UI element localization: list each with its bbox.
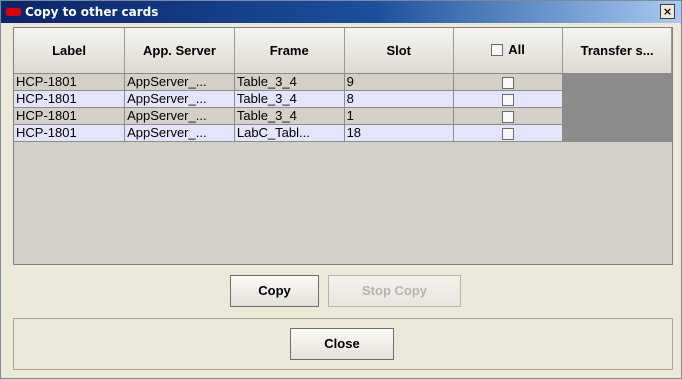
cell-transfer-status <box>562 124 672 142</box>
app-icon <box>6 8 21 16</box>
cell-label: HCP-1801 <box>14 124 126 142</box>
row-checkbox[interactable] <box>502 93 515 106</box>
cell-select <box>453 73 564 91</box>
row-checkbox[interactable] <box>502 127 515 140</box>
cell-frame: Table_3_4 <box>234 90 345 108</box>
row-checkbox[interactable] <box>502 76 515 89</box>
cell-label: HCP-1801 <box>14 90 126 108</box>
table-header-row: Label App. Server Frame Slot All Transfe… <box>14 28 672 74</box>
cell-frame: Table_3_4 <box>234 73 345 91</box>
cell-app-server: AppServer_... <box>124 124 235 142</box>
close-button[interactable]: Close <box>290 328 394 360</box>
stop-copy-button[interactable]: Stop Copy <box>328 275 461 307</box>
cell-transfer-status <box>562 90 672 108</box>
title-bar[interactable]: Copy to other cards × <box>1 1 681 23</box>
cards-table-panel: Label App. Server Frame Slot All Transfe… <box>13 27 673 265</box>
cell-label: HCP-1801 <box>14 73 126 91</box>
table-row[interactable]: HCP-1801 AppServer_... Table_3_4 1 <box>14 107 672 125</box>
cards-table: Label App. Server Frame Slot All Transfe… <box>14 28 672 142</box>
cell-label: HCP-1801 <box>14 107 126 125</box>
cell-app-server: AppServer_... <box>124 107 235 125</box>
cell-slot: 8 <box>344 90 454 108</box>
cell-app-server: AppServer_... <box>124 73 235 91</box>
column-header-frame[interactable]: Frame <box>234 28 345 74</box>
close-button-panel: Close <box>13 318 673 370</box>
cell-select <box>453 107 564 125</box>
cell-slot: 1 <box>344 107 454 125</box>
select-all-label: All <box>508 42 525 57</box>
cell-app-server: AppServer_... <box>124 90 235 108</box>
dialog-content: Label App. Server Frame Slot All Transfe… <box>1 23 681 378</box>
cell-transfer-status <box>562 73 672 91</box>
table-row[interactable]: HCP-1801 AppServer_... Table_3_4 9 <box>14 73 672 91</box>
window-close-button[interactable]: × <box>660 4 675 19</box>
column-header-app-server[interactable]: App. Server <box>124 28 235 74</box>
table-row[interactable]: HCP-1801 AppServer_... Table_3_4 8 <box>14 90 672 108</box>
cell-select <box>453 124 564 142</box>
cell-frame: LabC_Tabl... <box>234 124 345 142</box>
cell-transfer-status <box>562 107 672 125</box>
column-header-label[interactable]: Label <box>14 28 126 74</box>
copy-to-other-cards-dialog: Copy to other cards × Label App. Server <box>0 0 682 379</box>
column-header-slot[interactable]: Slot <box>344 28 454 74</box>
cell-slot: 18 <box>344 124 454 142</box>
copy-button[interactable]: Copy <box>230 275 319 307</box>
cell-slot: 9 <box>344 73 454 91</box>
row-checkbox[interactable] <box>502 110 515 123</box>
window-title: Copy to other cards <box>25 5 159 19</box>
table-row[interactable]: HCP-1801 AppServer_... LabC_Tabl... 18 <box>14 124 672 142</box>
select-all-checkbox[interactable] <box>491 43 504 56</box>
column-header-all[interactable]: All <box>453 28 564 74</box>
cell-frame: Table_3_4 <box>234 107 345 125</box>
cell-select <box>453 90 564 108</box>
column-header-transfer-status[interactable]: Transfer s... <box>562 28 672 74</box>
